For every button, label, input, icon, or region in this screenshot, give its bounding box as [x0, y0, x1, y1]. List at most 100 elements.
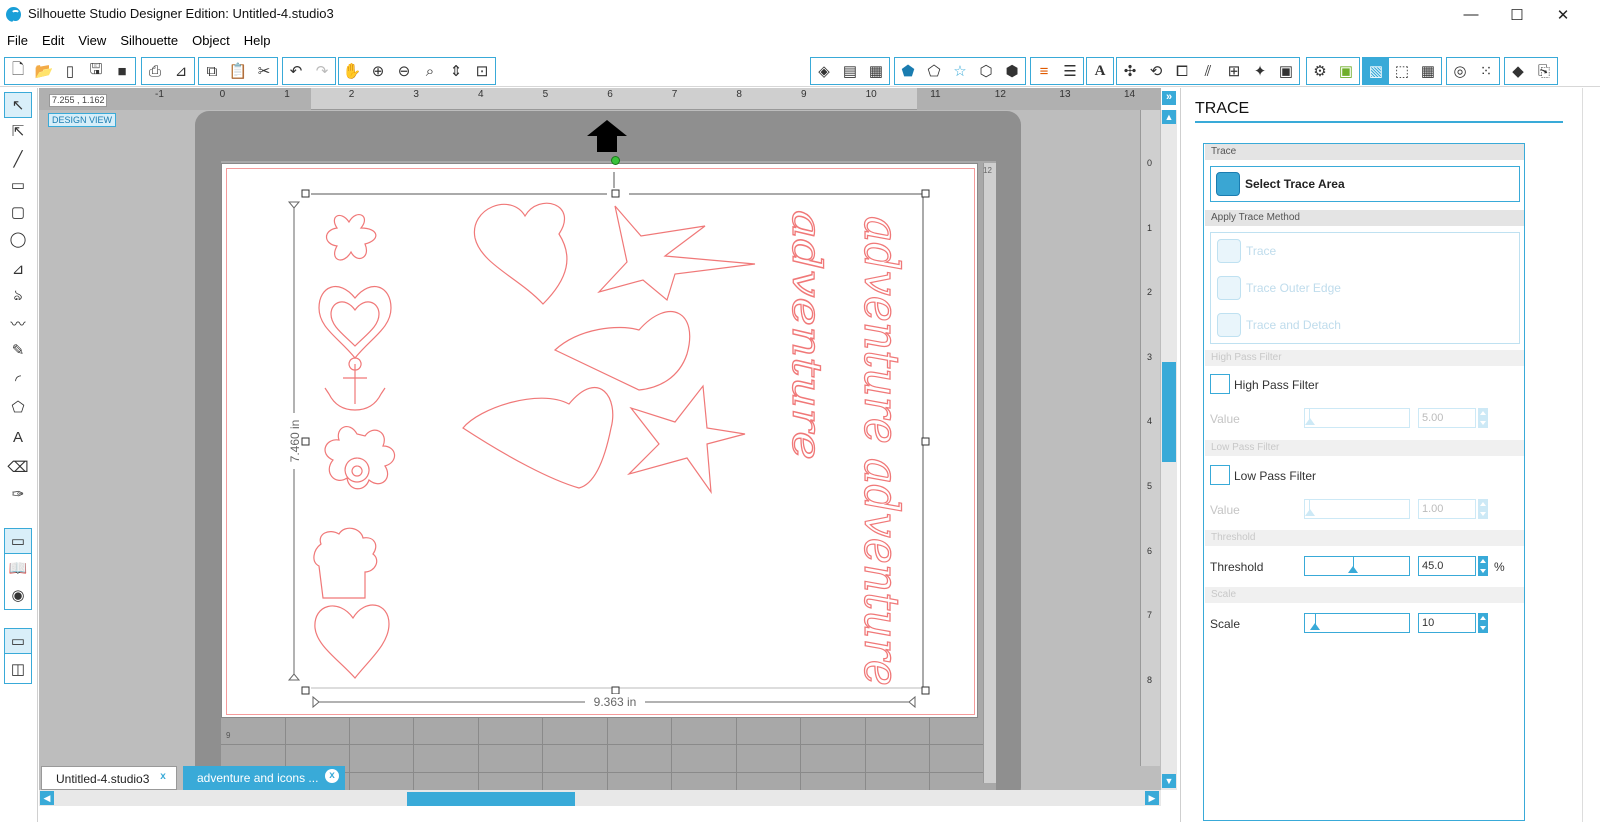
knife-icon[interactable]: ✑ — [4, 481, 32, 507]
zoom-select-icon[interactable]: ⌕ — [417, 58, 443, 84]
menu-object[interactable]: Object — [185, 30, 237, 48]
print-icon[interactable]: ⎙ — [142, 58, 168, 84]
drag-zoom-icon[interactable]: ⇕ — [443, 58, 469, 84]
regular-polygon-icon[interactable]: ⬠ — [4, 394, 32, 420]
collapse-panel-button[interactable]: » — [1162, 91, 1176, 105]
cupcake-shape[interactable] — [313, 527, 378, 599]
line-color-icon[interactable]: ≡ — [1031, 58, 1057, 84]
low-pass-value-input[interactable]: 1.00 — [1418, 499, 1476, 519]
star-bottom[interactable] — [626, 384, 746, 495]
arc-tool-icon[interactable]: ◜ — [4, 367, 32, 393]
heart-outline-inner[interactable] — [330, 301, 380, 347]
shadow-shape-icon[interactable]: ⬡ — [973, 58, 999, 84]
heart-top-center[interactable] — [473, 202, 568, 305]
new-file-icon[interactable]: 🗋 — [5, 58, 31, 84]
eraser-icon[interactable]: ⌫ — [4, 454, 32, 480]
flower-shape[interactable] — [325, 213, 377, 261]
low-pass-spinner[interactable] — [1478, 499, 1488, 519]
rectangle-tool-icon[interactable]: ▭ — [4, 172, 32, 198]
scroll-down-arrow-icon[interactable]: ▼ — [1162, 774, 1176, 788]
library-icon[interactable]: ▯ — [57, 58, 83, 84]
library-view-icon[interactable]: 📖 — [4, 555, 32, 581]
redo-icon[interactable]: ↷ — [309, 58, 335, 84]
scale-value-input[interactable]: 10 — [1418, 613, 1476, 633]
menu-edit[interactable]: Edit — [35, 30, 71, 48]
select-arrow-icon[interactable]: ↖ — [4, 92, 32, 118]
grid-icon[interactable]: ▦ — [1415, 58, 1441, 84]
scroll-up-arrow-icon[interactable]: ▲ — [1162, 110, 1176, 124]
undo-icon[interactable]: ↶ — [283, 58, 309, 84]
fit-to-view-icon[interactable]: ⬚ — [1389, 58, 1415, 84]
heart-outline-large[interactable] — [318, 286, 392, 359]
trace-and-detach-button[interactable]: Trace and Detach — [1217, 313, 1341, 337]
scale-icon[interactable]: ⧠ — [1169, 58, 1195, 84]
line-style-dash-icon[interactable]: ☰ — [1057, 58, 1083, 84]
flower-rose-shape[interactable] — [324, 425, 396, 490]
threshold-slider[interactable] — [1304, 556, 1410, 576]
tab-untitled-4[interactable]: Untitled-4.studio3 x — [41, 766, 177, 790]
gradient-icon[interactable]: ▤ — [837, 58, 863, 84]
star-outline-icon[interactable]: ☆ — [947, 58, 973, 84]
save-library-icon[interactable]: ■ — [109, 58, 135, 84]
scale-spinner[interactable] — [1478, 613, 1488, 633]
open-folder-icon[interactable]: 📂 — [31, 58, 57, 84]
high-pass-value-input[interactable]: 5.00 — [1418, 408, 1476, 428]
menu-help[interactable]: Help — [237, 30, 278, 48]
close-tab-icon[interactable]: x — [325, 769, 339, 783]
fit-page-icon[interactable]: ⊡ — [469, 58, 495, 84]
page-setup-icon[interactable]: ⚙ — [1307, 58, 1333, 84]
vertical-scroll-thumb[interactable] — [1162, 362, 1176, 462]
star-top[interactable] — [597, 205, 756, 302]
single-view-icon[interactable]: ▭ — [4, 628, 32, 654]
freehand-icon[interactable]: 〰 — [4, 310, 32, 336]
rounded-rectangle-icon[interactable]: ▢ — [4, 199, 32, 225]
select-trace-area-button[interactable]: Select Trace Area — [1210, 166, 1520, 202]
menu-file[interactable]: File — [0, 30, 35, 48]
point-edit-icon[interactable]: ⇱ — [4, 118, 32, 144]
zoom-in-icon[interactable]: ⊕ — [365, 58, 391, 84]
heart-small[interactable] — [314, 604, 390, 679]
design-canvas[interactable]: 7.255 , 1.162 -1 0 1 2 3 4 5 6 7 8 9 10 11 12 13 14 DES… — [39, 88, 1161, 790]
anchor-shape[interactable] — [324, 357, 386, 411]
shear-icon[interactable]: ⫽ — [1195, 58, 1221, 84]
fill-color-icon[interactable]: ◈ — [811, 58, 837, 84]
horizontal-scrollbar[interactable]: ◀ ▶ — [39, 790, 1161, 806]
paste-icon[interactable]: 📋 — [225, 58, 251, 84]
minimize-button[interactable]: — — [1448, 0, 1494, 29]
rotate-icon[interactable]: ⟲ — [1143, 58, 1169, 84]
design-view-icon[interactable]: ▭ — [4, 528, 32, 554]
curve-pen-icon[interactable]: ঌ — [4, 283, 32, 309]
split-view-icon[interactable]: ◫ — [4, 656, 32, 682]
align-icon[interactable]: ✣ — [1117, 58, 1143, 84]
zoom-out-icon[interactable]: ⊖ — [391, 58, 417, 84]
close-button[interactable]: ✕ — [1540, 0, 1586, 29]
registration-icon[interactable]: ▣ — [1333, 58, 1359, 84]
line-tool-icon[interactable]: ╱ — [4, 146, 32, 172]
ellipse-tool-icon[interactable]: ◯ — [4, 226, 32, 252]
menu-view[interactable]: View — [71, 30, 113, 48]
high-pass-slider[interactable] — [1304, 408, 1410, 428]
trace-outer-edge-button[interactable]: Trace Outer Edge — [1217, 276, 1341, 300]
cut-scissors-icon[interactable]: ✂ — [251, 58, 277, 84]
maximize-button[interactable]: ☐ — [1494, 0, 1540, 29]
smooth-freehand-icon[interactable]: ✎ — [4, 337, 32, 363]
text-style-icon[interactable]: A — [1087, 58, 1113, 84]
adventure-text-large[interactable]: adventure adventure — [852, 215, 909, 686]
pentagon-outline-icon[interactable]: ⬠ — [921, 58, 947, 84]
menu-silhouette[interactable]: Silhouette — [113, 30, 185, 48]
scroll-right-arrow-icon[interactable]: ▶ — [1145, 791, 1159, 805]
replicate-icon[interactable]: ⊞ — [1221, 58, 1247, 84]
trace-panel-icon[interactable]: ▧ — [1363, 58, 1389, 84]
pentagon-fill-icon[interactable]: ⬟ — [895, 58, 921, 84]
low-pass-slider[interactable] — [1304, 499, 1410, 519]
threshold-spinner[interactable] — [1478, 556, 1488, 576]
tab-adventure-and-icons[interactable]: adventure and icons ... x — [183, 766, 345, 790]
close-tab-icon[interactable]: x — [156, 770, 170, 784]
trace-button[interactable]: Trace — [1217, 239, 1276, 263]
scroll-left-arrow-icon[interactable]: ◀ — [40, 791, 54, 805]
send-cut-icon[interactable]: ⊿ — [168, 58, 194, 84]
text-tool-icon[interactable]: A — [4, 424, 32, 450]
store-view-icon[interactable]: ◉ — [4, 582, 32, 608]
send-to-silhouette-icon[interactable]: ⎘ — [1531, 58, 1557, 84]
heart-middle[interactable] — [553, 311, 691, 391]
